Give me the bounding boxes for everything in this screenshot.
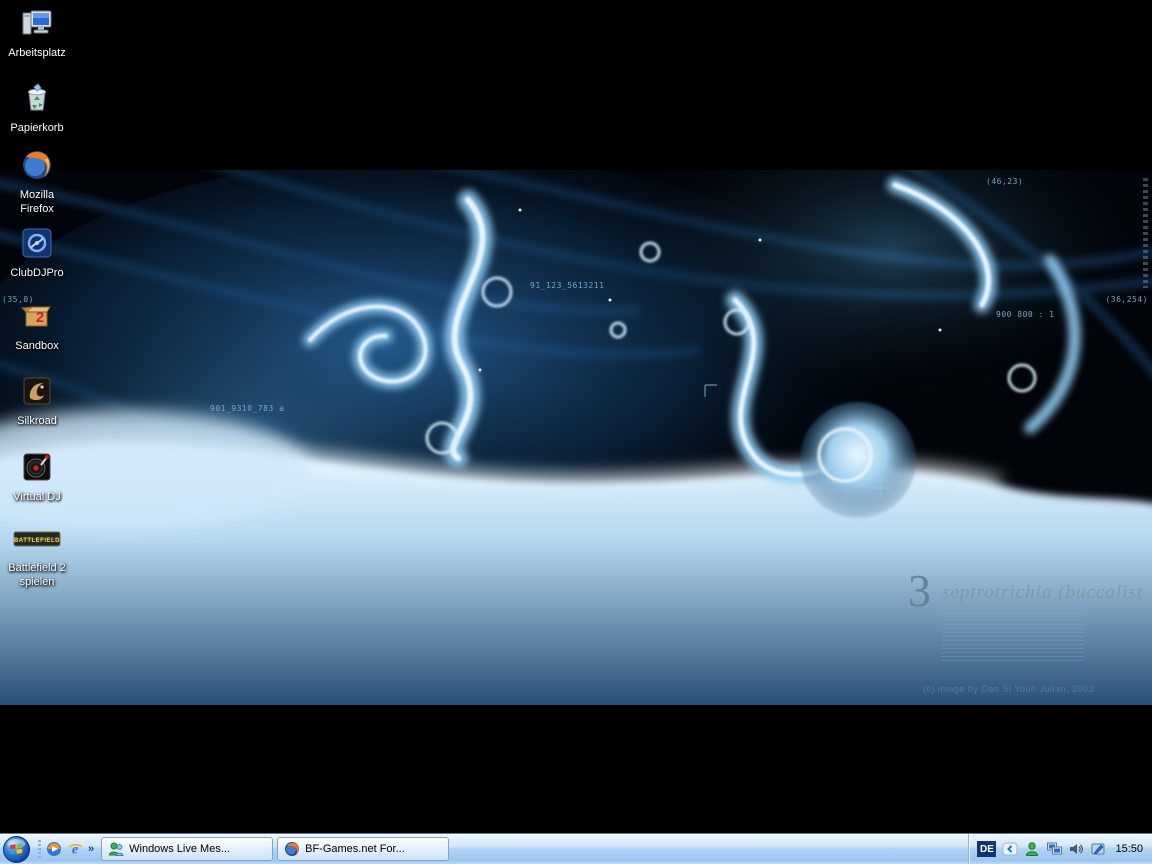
internet-explorer-quicklaunch-icon[interactable]: e [67, 841, 83, 858]
recycle-bin-icon [20, 81, 54, 115]
firefox-icon [284, 841, 300, 857]
media-player-quicklaunch-icon[interactable] [46, 841, 62, 857]
sandbox-icon: 2 [20, 299, 54, 333]
taskbar-button-label: Windows Live Mes... [129, 843, 230, 855]
desktop-icon-clubdjpro[interactable]: ClubDJPro [2, 226, 72, 280]
battlefield-logo-text: BATTLEFIELD [14, 538, 60, 544]
desktop-icon-arbeitsplatz[interactable]: Arbeitsplatz [2, 6, 72, 60]
windows-start-orb-icon [3, 835, 30, 863]
quick-launch-handle[interactable] [38, 840, 41, 858]
system-tray: DE 15:50 [968, 834, 1152, 864]
volume-tray-icon[interactable] [1068, 841, 1084, 857]
clubdjpro-icon [20, 226, 54, 260]
desktop-icon-sandbox[interactable]: 2 Sandbox [2, 299, 72, 353]
wallpaper-title: septrotrichia (buccalist [942, 582, 1144, 603]
icon-label: Silkroad [17, 415, 57, 427]
wallpaper-coord-label: (46,23) [986, 177, 1024, 186]
messenger-icon [108, 841, 124, 857]
hide-icons-chevron-icon[interactable] [1002, 841, 1018, 857]
tray-clock[interactable]: 15:50 [1115, 843, 1143, 855]
network-tray-icon[interactable] [1046, 841, 1063, 857]
screen: 3 septrotrichia (buccalist (c) image by … [0, 0, 1152, 864]
my-computer-icon [20, 6, 54, 40]
wallpaper-coord-label: 901_9310_783 a [210, 404, 285, 413]
icon-label: Virtual DJ [13, 491, 61, 503]
pen-device-tray-icon[interactable] [1090, 841, 1106, 857]
taskbar-button-windows-live-messenger[interactable]: Windows Live Mes... [101, 837, 274, 861]
quick-launch-overflow-chevron[interactable]: » [88, 843, 94, 855]
wallpaper: 3 septrotrichia (buccalist (c) image by … [0, 170, 1152, 705]
desktop-icon-silkroad[interactable]: Silkroad [2, 374, 72, 428]
firefox-icon [20, 148, 54, 182]
icon-label: Mozilla Firefox [19, 189, 55, 215]
taskbar-button-label: BF-Games.net For... [305, 843, 405, 855]
language-indicator[interactable]: DE [977, 841, 997, 857]
desktop[interactable]: 3 septrotrichia (buccalist (c) image by … [0, 0, 1152, 834]
virtual-dj-icon [20, 450, 54, 484]
wallpaper-coord-label: 91_123_5613211 [530, 281, 605, 290]
icon-label: Papierkorb [10, 122, 64, 134]
start-button[interactable] [3, 835, 30, 863]
sandbox-number: 2 [36, 309, 44, 326]
desktop-icon-battlefield2[interactable]: BATTLEFIELD Battlefield 2 spielen [2, 526, 72, 589]
wallpaper-glyph: 3 [908, 565, 931, 616]
wallpaper-coord-label: 900 800 : 1 [996, 310, 1055, 319]
desktop-icon-virtual-dj[interactable]: Virtual DJ [2, 450, 72, 504]
taskbar-button-bfgames-forum[interactable]: BF-Games.net For... [277, 837, 450, 861]
taskbar: e » Windows Live Mes... BF-Games.net For… [0, 833, 1152, 864]
battlefield2-icon: BATTLEFIELD [13, 526, 61, 560]
icon-label: Arbeitsplatz [8, 47, 66, 59]
wallpaper-finetext [942, 612, 1084, 664]
icon-label: ClubDJPro [10, 267, 64, 279]
wallpaper-coord-label: (36,254) [1105, 295, 1148, 304]
quick-launch-bar: e » [34, 834, 101, 864]
messenger-tray-icon[interactable] [1024, 841, 1040, 857]
desktop-icon-papierkorb[interactable]: Papierkorb [2, 81, 72, 135]
desktop-icon-mozilla-firefox[interactable]: Mozilla Firefox [2, 148, 72, 216]
wallpaper-credit: (c) image by Dan Si Youn Julian, 2003 [922, 684, 1094, 694]
icon-label: Sandbox [15, 340, 59, 352]
wallpaper-vertical-text [1143, 178, 1148, 288]
silkroad-icon [20, 374, 54, 408]
icon-label: Battlefield 2 spielen [8, 562, 66, 588]
